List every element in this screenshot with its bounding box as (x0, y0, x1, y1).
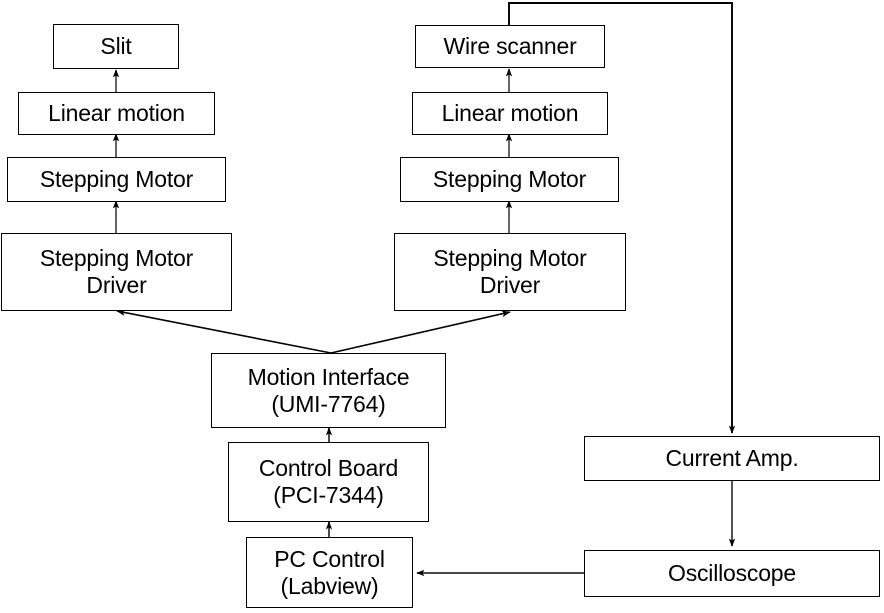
node-wire-scanner-label: Wire scanner (443, 33, 577, 60)
block-diagram: Slit Linear motion Stepping Motor Steppi… (0, 0, 884, 613)
edge-motion-interface-to-left-driver (116, 309, 332, 354)
node-control-board[interactable]: Control Board (PCI-7344) (228, 442, 429, 522)
node-right-stepping-motor-driver[interactable]: Stepping Motor Driver (394, 233, 626, 311)
node-right-linear-motion[interactable]: Linear motion (412, 92, 608, 135)
node-oscilloscope-label: Oscilloscope (668, 560, 796, 587)
node-current-amp-label: Current Amp. (665, 445, 799, 472)
node-motion-interface-label: Motion Interface (UMI-7764) (247, 363, 410, 417)
node-control-board-label: Control Board (PCI-7344) (258, 455, 399, 508)
node-pc-control-label: PC Control (Labview) (274, 545, 385, 599)
node-left-stepping-motor-driver-label: Stepping Motor Driver (39, 245, 194, 298)
node-right-stepping-motor-driver-label: Stepping Motor Driver (433, 245, 587, 298)
node-current-amp[interactable]: Current Amp. (584, 436, 880, 481)
node-motion-interface[interactable]: Motion Interface (UMI-7764) (211, 353, 446, 428)
node-left-stepping-motor-driver[interactable]: Stepping Motor Driver (1, 233, 232, 311)
node-slit-label: Slit (100, 33, 132, 60)
node-pc-control[interactable]: PC Control (Labview) (246, 537, 413, 608)
node-right-stepping-motor[interactable]: Stepping Motor (400, 157, 619, 202)
edge-motion-interface-to-right-driver (330, 310, 511, 354)
node-wire-scanner[interactable]: Wire scanner (415, 25, 605, 68)
node-right-stepping-motor-label: Stepping Motor (432, 166, 587, 193)
node-right-linear-motion-label: Linear motion (441, 100, 579, 127)
node-left-linear-motion[interactable]: Linear motion (18, 92, 215, 135)
node-left-stepping-motor[interactable]: Stepping Motor (7, 157, 226, 202)
node-oscilloscope[interactable]: Oscilloscope (584, 550, 880, 597)
node-left-linear-motion-label: Linear motion (48, 100, 185, 127)
node-left-stepping-motor-label: Stepping Motor (39, 166, 194, 193)
node-slit[interactable]: Slit (53, 24, 179, 69)
